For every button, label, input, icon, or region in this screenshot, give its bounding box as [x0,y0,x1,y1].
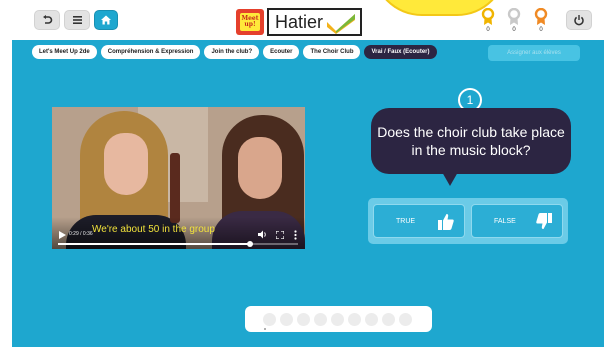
pager-dot[interactable] [331,313,344,326]
false-button[interactable]: FALSE [471,204,563,238]
breadcrumb-item[interactable]: Ecouter [263,45,300,59]
breadcrumb-item-current[interactable]: Vrai / Faux (Ecouter) [364,45,437,59]
video-player[interactable]: We're about 50 in the group 0:29 / 0:36 [52,107,305,249]
true-button[interactable]: TRUE [373,204,465,238]
home-icon [101,15,111,25]
thumbs-down-icon [536,213,552,229]
app-frame: Meet up! Hatier 0 0 0 Let's Meet Up 2de … [12,0,604,347]
play-icon[interactable] [59,231,66,239]
pager-current-marker [264,328,266,330]
true-label: TRUE [396,218,416,225]
medal-icon [507,8,521,25]
guitar [170,153,180,223]
video-progress-fill [58,243,250,245]
thumbs-up-icon [438,214,454,230]
breadcrumb-item[interactable]: Compréhension & Expression [100,45,201,59]
pager-dot[interactable] [263,313,276,326]
more-options-icon[interactable] [294,230,297,240]
volume-icon[interactable] [258,230,268,239]
medal-icon [481,8,495,25]
medal-icon [534,8,548,25]
question-text: Does the choir club take place in the mu… [377,124,565,158]
medal-count: 0 [512,27,516,33]
answer-options: TRUE FALSE [368,198,568,244]
question-bubble: Does the choir club take place in the mu… [371,108,571,174]
video-scrubber-handle[interactable] [247,241,253,247]
video-progress-bar[interactable] [58,241,298,247]
power-button[interactable] [566,10,592,30]
medal-count: 0 [539,27,543,33]
pager-dot[interactable] [297,313,310,326]
pager-dot[interactable] [382,313,395,326]
false-label: FALSE [494,218,516,225]
video-controls: 0:29 / 0:36 [52,229,305,243]
question-pager [245,306,432,332]
undo-arrow-icon [43,15,53,24]
breadcrumb: Let's Meet Up 2de Compréhension & Expres… [32,45,437,59]
meet-up-logo: Meet up! [236,9,264,35]
fullscreen-icon[interactable] [276,231,284,239]
pager-dot[interactable] [348,313,361,326]
pager-dot[interactable] [365,313,378,326]
video-time: 0:29 / 0:36 [69,231,93,237]
home-button[interactable] [94,10,118,30]
pager-dot[interactable] [314,313,327,326]
pager-dot[interactable] [399,313,412,326]
power-icon [574,15,584,26]
checkmark-icon [327,14,355,34]
question-bubble-tail [442,172,458,186]
pager-dot[interactable] [280,313,293,326]
breadcrumb-item[interactable]: Let's Meet Up 2de [32,45,97,59]
medal-count: 0 [486,27,490,33]
top-bar: Meet up! Hatier 0 0 0 [12,0,604,40]
gold-medal: 0 [480,8,496,34]
undo-button[interactable] [34,10,60,30]
hatier-logo: Hatier [267,8,362,36]
hamburger-menu-icon [72,16,82,24]
silver-medal: 0 [506,8,522,34]
brand-name: Hatier [275,11,324,32]
menu-button[interactable] [64,10,90,30]
breadcrumb-item[interactable]: The Choir Club [303,45,361,59]
bronze-medal: 0 [533,8,549,34]
breadcrumb-item[interactable]: Join the club? [204,45,260,59]
assign-to-students-button[interactable]: Assigner aux élèves [488,45,580,61]
